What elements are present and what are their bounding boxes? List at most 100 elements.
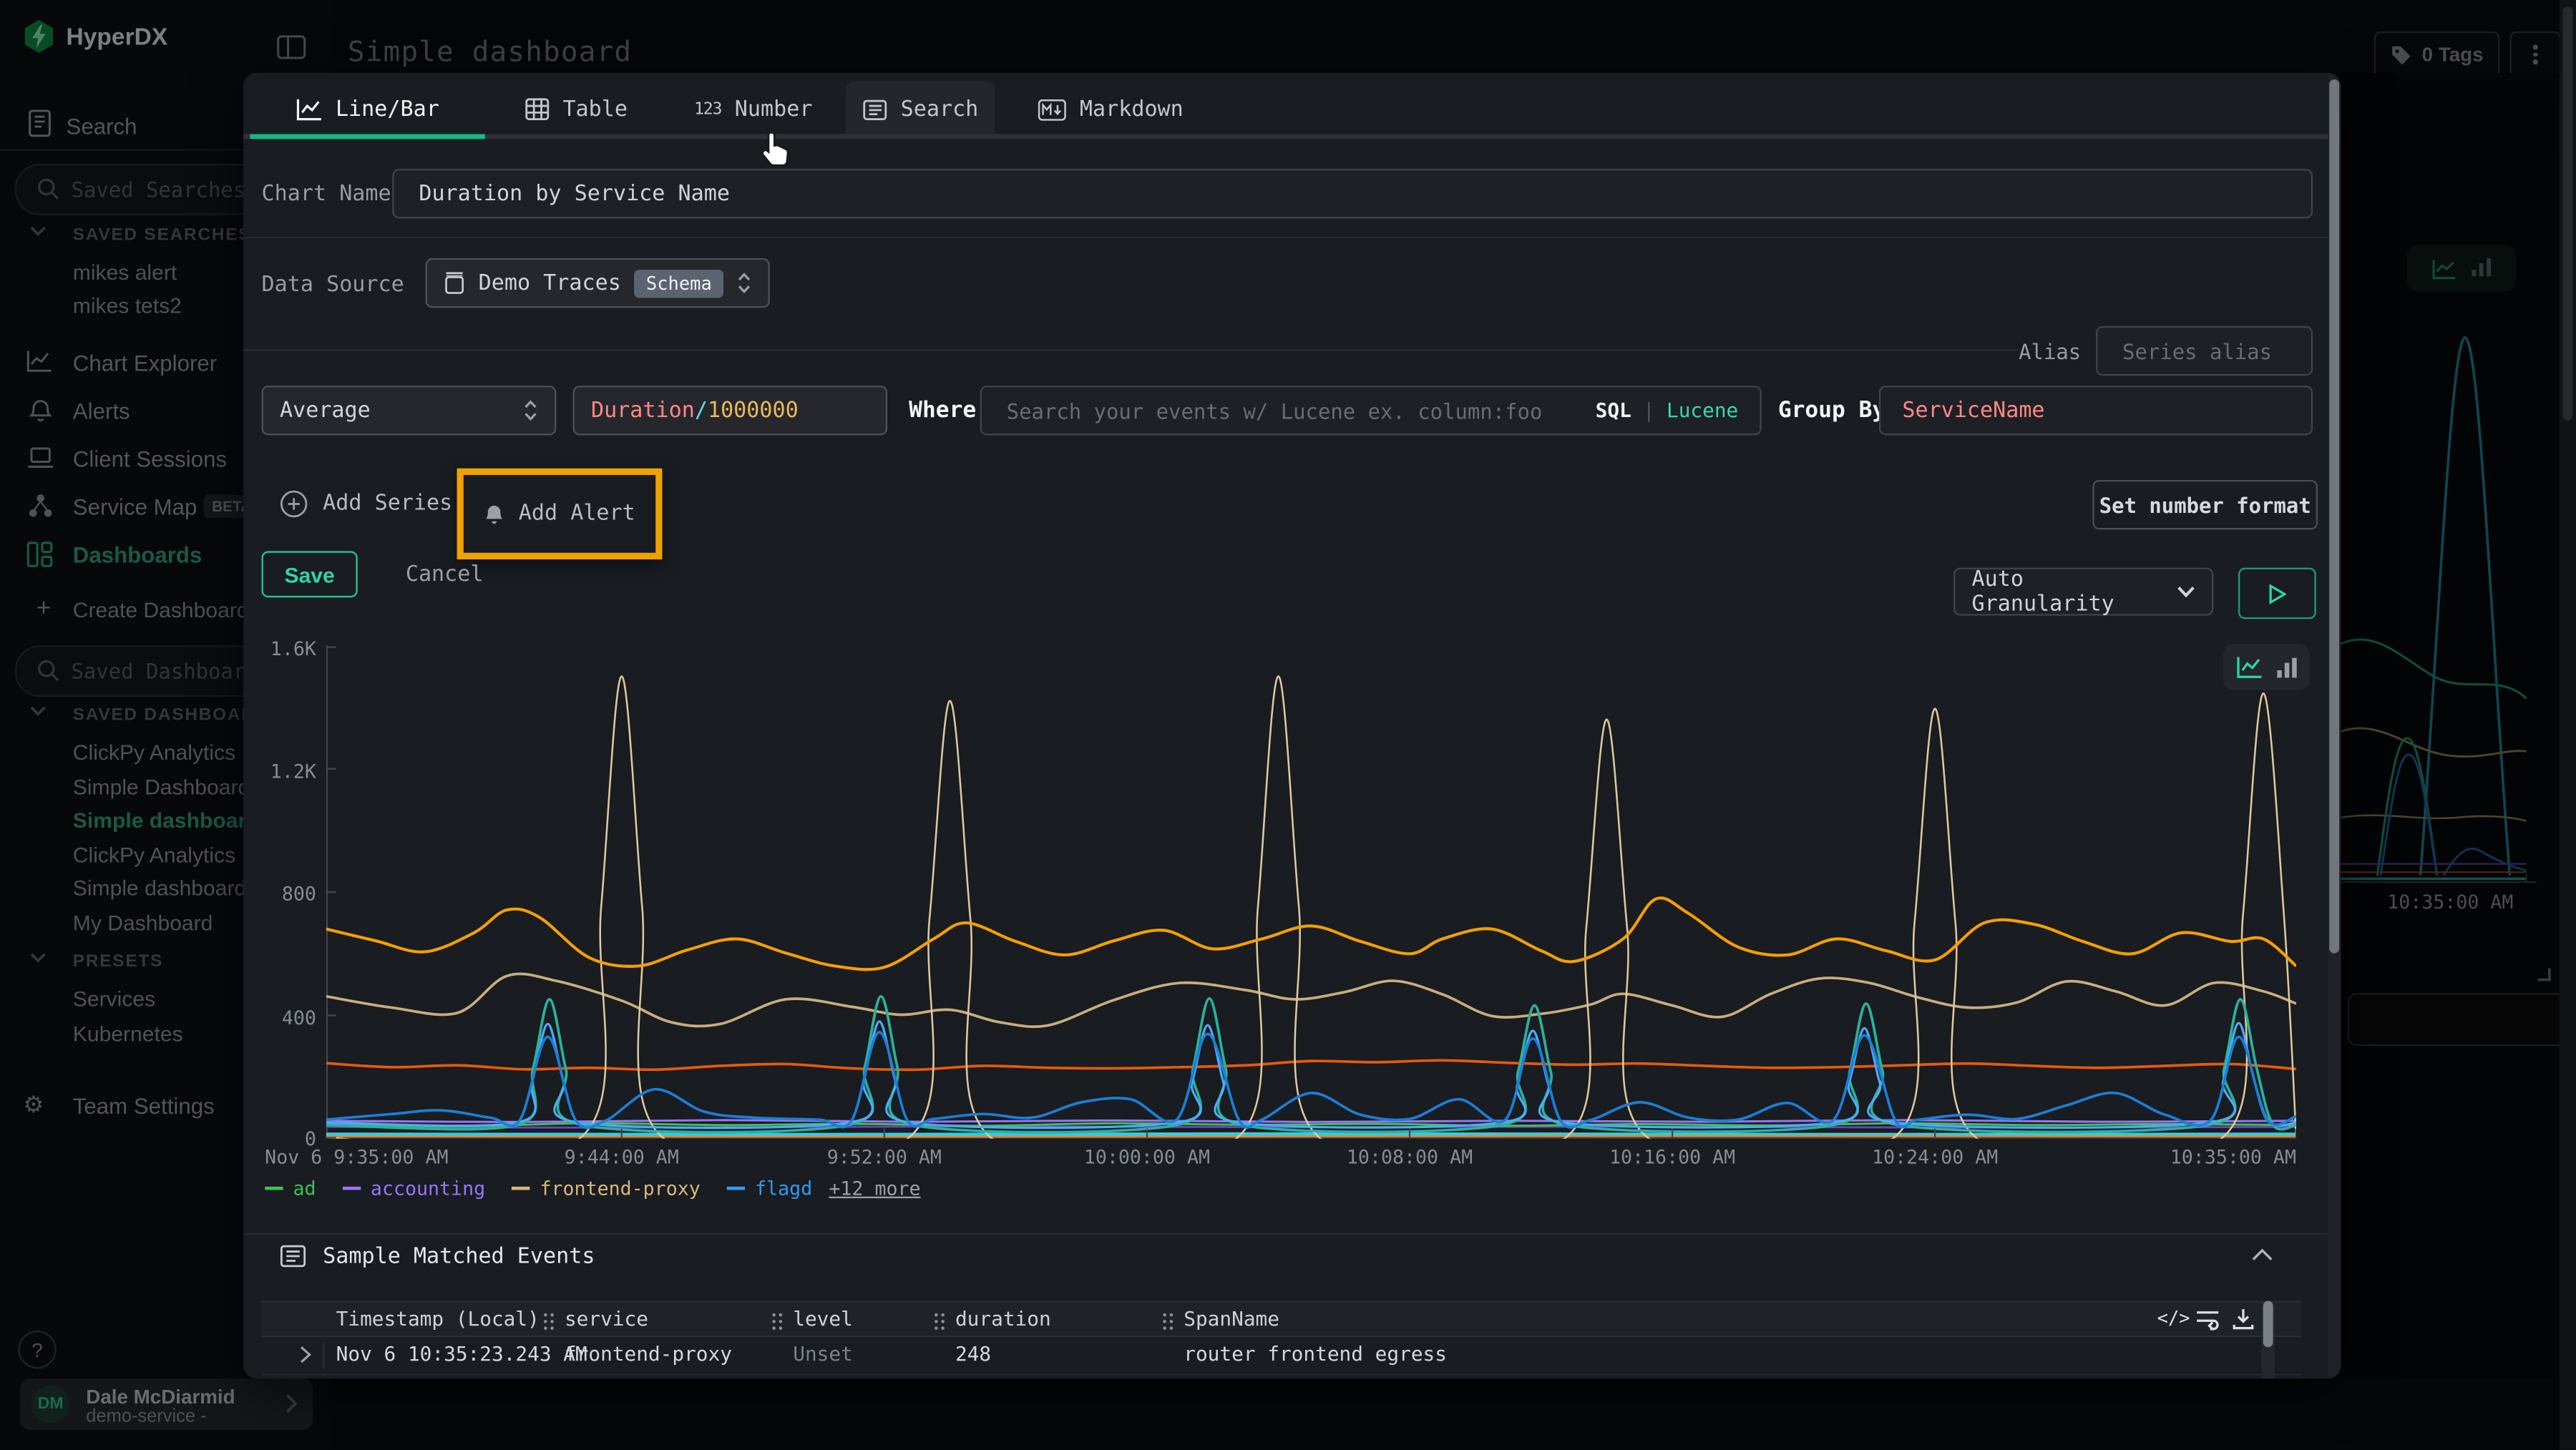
legend-item[interactable]: flagd: [727, 1177, 812, 1200]
list-icon: [862, 99, 887, 120]
tab-search[interactable]: Search: [846, 81, 995, 137]
add-alert-button[interactable]: Add Alert: [484, 501, 635, 526]
series-blue: [326, 1032, 2296, 1128]
bar-chart-icon: [2275, 656, 2297, 677]
series-light-blue-spikes: [326, 1022, 2296, 1128]
x-tick-label: 9:44:00 AM: [522, 1145, 721, 1168]
chart-name-input[interactable]: [392, 169, 2313, 218]
y-tick-label: 1.2K: [243, 759, 316, 782]
drag-handle-icon[interactable]: [771, 1313, 783, 1331]
line-chart-icon: [296, 98, 322, 121]
legend-item[interactable]: accounting: [343, 1177, 486, 1200]
tab-number[interactable]: 123 Number: [670, 83, 836, 136]
x-tick-label: 9:52:00 AM: [785, 1145, 984, 1168]
column-header[interactable]: duration: [955, 1308, 1051, 1331]
operator-token: /: [695, 398, 708, 423]
column-header[interactable]: service: [565, 1308, 648, 1331]
modal-scrollbar-thumb[interactable]: [2329, 79, 2339, 954]
line-chart-icon: [2236, 655, 2263, 678]
plus-circle-icon: [280, 490, 308, 518]
alias-input[interactable]: [2096, 326, 2313, 376]
cancel-button[interactable]: Cancel: [406, 563, 484, 588]
chart-name-label: Chart Name: [262, 182, 391, 207]
where-label: Where: [909, 397, 976, 423]
select-updown-icon: [737, 271, 752, 294]
table-row[interactable]: Nov 6 10:35:23.243 AMfrontend-proxy Unset…: [262, 1337, 2301, 1375]
events-table-header: Timestamp (Local) service level duration Spa…: [262, 1301, 2301, 1338]
x-tick-label: 10:24:00 AM: [1835, 1145, 2034, 1168]
drag-handle-icon[interactable]: [1162, 1313, 1174, 1331]
play-icon: [2268, 584, 2286, 604]
select-updown-icon: [523, 399, 538, 422]
chart-legend: ad accounting frontend-proxy flagd +12 more: [265, 1177, 920, 1200]
add-series-button[interactable]: Add Series: [280, 490, 452, 518]
modal-scrollbar[interactable]: [2328, 73, 2341, 1378]
legend-swatch: [727, 1187, 745, 1190]
data-source-value: Demo Traces: [479, 270, 621, 295]
chart-run-button[interactable]: [2238, 568, 2316, 619]
table-scrollbar[interactable]: [2261, 1301, 2275, 1379]
x-tick-label: 10:35:00 AM: [2147, 1145, 2296, 1168]
table-cell: Unset: [793, 1342, 853, 1365]
series-orange-main: [326, 898, 2296, 969]
granularity-select[interactable]: Auto Granularity: [1953, 568, 2213, 616]
timeseries-chart[interactable]: [326, 645, 2296, 1138]
group-by-label: Group By: [1778, 397, 1885, 423]
group-by-value: ServiceName: [1902, 398, 2044, 423]
code-view-icon[interactable]: </>: [2157, 1308, 2190, 1329]
column-header[interactable]: level: [793, 1308, 853, 1331]
alias-label: Alias: [2008, 339, 2081, 364]
drag-handle-icon[interactable]: [934, 1313, 945, 1331]
y-tick-label: 400: [243, 1006, 316, 1029]
where-search-input[interactable]: SQL | Lucene: [980, 386, 1762, 435]
legend-item[interactable]: ad: [265, 1177, 316, 1200]
legend-item[interactable]: frontend-proxy: [512, 1177, 701, 1200]
sample-events-title: Sample Matched Events: [323, 1245, 595, 1270]
field-token: Duration: [591, 398, 695, 423]
legend-swatch: [512, 1187, 530, 1190]
y-tick-label: 1.6K: [243, 637, 316, 660]
legend-more-button[interactable]: +12 more: [829, 1177, 920, 1200]
mouse-cursor: [758, 129, 795, 172]
field-expression-input[interactable]: Duration/1000000: [573, 386, 888, 435]
table-scrollbar-thumb[interactable]: [2263, 1301, 2273, 1348]
lucene-mode-button[interactable]: Lucene: [1667, 399, 1738, 422]
aggregation-operator-select[interactable]: Average: [262, 386, 557, 435]
drag-handle-icon[interactable]: [543, 1313, 555, 1331]
table-cell: Nov 6 10:35:23.243 AM: [336, 1342, 587, 1365]
set-number-format-button[interactable]: Set number format: [2092, 480, 2318, 529]
schema-badge: Schema: [635, 269, 723, 297]
save-button[interactable]: Save: [262, 551, 358, 597]
data-source-label: Data Source: [262, 273, 404, 298]
data-source-select[interactable]: Demo Traces Schema: [426, 258, 770, 308]
series-purple-flat: [326, 1120, 2296, 1122]
table-icon: [525, 98, 550, 121]
tab-markdown[interactable]: Markdown: [1012, 83, 1211, 136]
tab-table[interactable]: Table: [498, 83, 653, 136]
legend-swatch: [265, 1187, 283, 1190]
tabs-track: [243, 134, 2341, 139]
chart-type-toggle[interactable]: [2223, 644, 2309, 690]
group-by-input[interactable]: ServiceName: [1879, 386, 2313, 435]
sql-mode-button[interactable]: SQL: [1596, 399, 1631, 422]
series-dark-orange: [326, 1060, 2296, 1069]
chevron-down-icon: [2177, 586, 2195, 597]
table-row[interactable]: Nov 6 10:35:23.243 AMfrontend-proxyUnset…: [262, 1373, 2301, 1378]
active-tab-underline: [250, 134, 485, 139]
expand-row-icon[interactable]: [300, 1346, 311, 1363]
table-cell: frontend-proxy: [565, 1342, 732, 1365]
mode-separator: |: [1643, 399, 1655, 422]
column-header[interactable]: SpanName: [1184, 1308, 1279, 1331]
collapse-section-icon[interactable]: [2252, 1248, 2273, 1261]
add-alert-highlight: Add Alert: [457, 469, 663, 559]
table-cell: router frontend egress: [1184, 1342, 1447, 1365]
x-tick-label: 10:08:00 AM: [1310, 1145, 1509, 1168]
download-icon[interactable]: [2232, 1308, 2255, 1331]
table-cell: 248: [955, 1342, 991, 1365]
wrap-lines-icon[interactable]: [2195, 1309, 2220, 1331]
tab-line-bar[interactable]: Line/Bar: [250, 83, 485, 136]
column-header[interactable]: Timestamp (Local): [336, 1308, 540, 1331]
x-tick-label: Nov 6 9:35:00 AM: [265, 1145, 448, 1168]
edit-chart-modal: Line/Bar Table 123 Number Search Markdow…: [243, 73, 2341, 1378]
bell-icon: [484, 501, 505, 526]
